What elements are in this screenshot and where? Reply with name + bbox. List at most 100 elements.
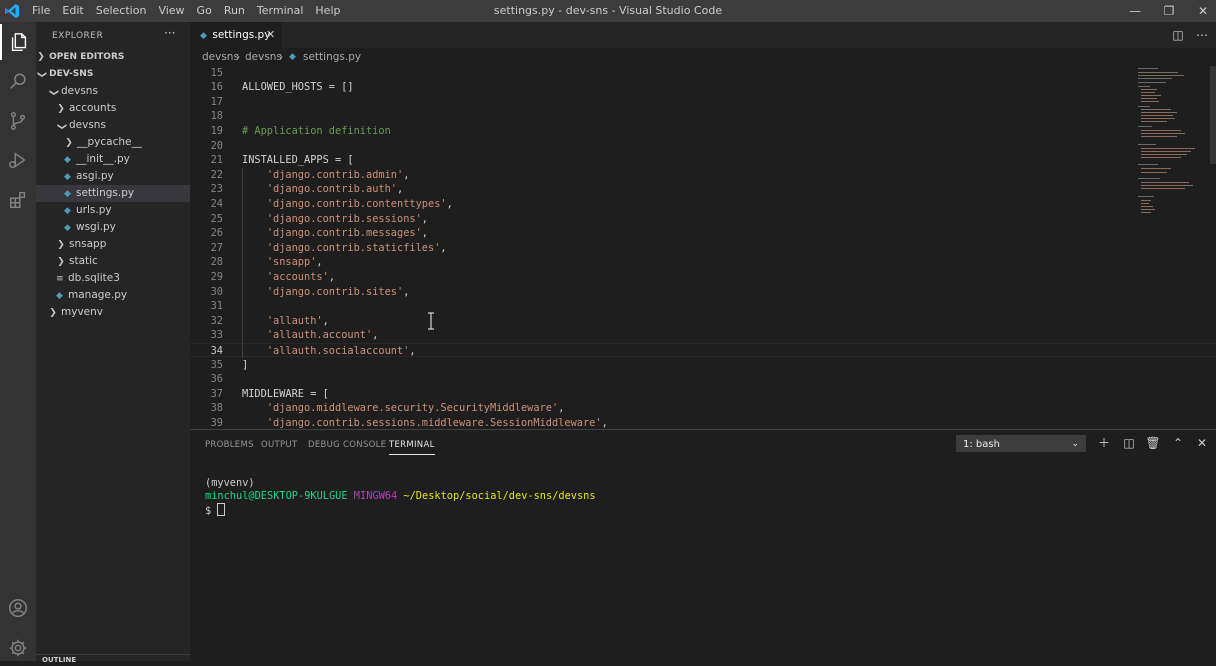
line-number: 24: [210, 197, 223, 210]
explorer-icon[interactable]: [0, 24, 36, 60]
tree-item[interactable]: ❯ devsns: [36, 117, 190, 134]
minimize-icon[interactable]: —: [1118, 0, 1152, 22]
code-line: 28 'snsapp',: [190, 255, 1216, 270]
code-token: ,: [409, 344, 416, 357]
code-line: 38 'django.middleware.security.SecurityM…: [190, 401, 1216, 416]
close-tab-icon[interactable]: ✕: [266, 22, 275, 48]
tree-item[interactable]: ❯ myvenv: [36, 304, 190, 321]
tree-item[interactable]: ◆ wsgi.py: [36, 219, 190, 236]
terminal-prompt: $: [205, 505, 212, 517]
string-token: 'django.contrib.staticfiles': [266, 241, 441, 254]
code-line: 31: [190, 299, 1216, 314]
code-token: ALLOWED_HOSTS = []: [242, 81, 354, 94]
tab-output[interactable]: OUTPUT: [261, 440, 297, 450]
split-terminal-icon[interactable]: ◫: [1121, 435, 1137, 451]
breadcrumb-item[interactable]: settings.py: [303, 48, 361, 66]
line-number: 34: [210, 344, 223, 357]
bottom-panel: PROBLEMS OUTPUT DEBUG CONSOLE TERMINAL 1…: [190, 429, 1216, 662]
close-window-icon[interactable]: ✕: [1186, 0, 1216, 22]
tree-item-label: manage.py: [68, 289, 128, 301]
code-text: 'django.contrib.auth',: [242, 182, 403, 197]
code-line: 19 # Application definition: [190, 124, 1216, 139]
tree-item[interactable]: ❯ __pycache__: [36, 134, 190, 151]
tab-debug-console[interactable]: DEBUG CONSOLE: [308, 440, 386, 450]
run-debug-icon[interactable]: [0, 142, 36, 178]
string-token: 'django.contrib.sites': [266, 285, 404, 298]
tree-item[interactable]: ≡ db.sqlite3: [36, 270, 190, 287]
code-line: 20: [190, 139, 1216, 154]
chevron-right-icon: ❯: [57, 257, 65, 267]
tree-item[interactable]: ◆ urls.py: [36, 202, 190, 219]
terminal-venv-line: (myvenv): [205, 477, 255, 489]
terminal-user: minchul@DESKTOP-9KULGUE: [205, 490, 348, 502]
new-terminal-icon[interactable]: ＋: [1096, 435, 1112, 451]
accounts-icon[interactable]: [0, 590, 36, 626]
menu-item-help[interactable]: Help: [309, 0, 346, 22]
menu-item-view[interactable]: View: [152, 0, 190, 22]
code-token: ,: [421, 227, 428, 240]
maximize-panel-icon[interactable]: ⌃: [1170, 435, 1186, 451]
line-number: 21: [210, 154, 223, 167]
tree-item[interactable]: ❯ snsapp: [36, 236, 190, 253]
breadcrumb-item[interactable]: devsns: [245, 48, 282, 66]
split-editor-icon[interactable]: ◫: [1170, 27, 1186, 43]
open-editors-section[interactable]: ❯ OPEN EDITORS: [36, 49, 190, 66]
terminal-input-line[interactable]: $: [205, 503, 226, 518]
menu-item-go[interactable]: Go: [191, 0, 218, 22]
code-token: ,: [446, 197, 453, 210]
close-panel-icon[interactable]: ✕: [1194, 435, 1210, 451]
line-number: 35: [210, 358, 223, 371]
code-token: ,: [403, 168, 410, 181]
menu-bar: File Edit Selection View Go Run Terminal Help: [26, 0, 346, 22]
code-editor[interactable]: 15 16 ALLOWED_HOSTS = [] 17 18 19 # Applicatio…: [190, 66, 1216, 428]
chevron-right-icon: ❯: [37, 52, 45, 62]
code-line: 29 'accounts',: [190, 270, 1216, 285]
editor-scrollbar[interactable]: [1210, 66, 1216, 164]
more-actions-icon[interactable]: ⋯: [1194, 27, 1210, 43]
tab-settings-py[interactable]: ◆ settings.py ✕: [190, 22, 282, 48]
code-text: 'allauth.account',: [242, 328, 379, 343]
tab-label: settings.py: [212, 29, 271, 41]
tree-item[interactable]: ❯ static: [36, 253, 190, 270]
tab-terminal[interactable]: TERMINAL: [389, 440, 435, 455]
tree-item[interactable]: ◆ __init__.py: [36, 151, 190, 168]
tree-item[interactable]: ◆ settings.py: [36, 185, 190, 202]
more-actions-icon[interactable]: ···: [164, 26, 175, 40]
trash-icon[interactable]: 🗑︎: [1145, 435, 1161, 451]
code-token: ,: [328, 270, 336, 283]
terminal-select[interactable]: 1: bash ⌄: [956, 435, 1086, 452]
tree-item-label: accounts: [69, 102, 117, 114]
workspace-section[interactable]: ❯ DEV-SNS: [36, 66, 190, 83]
terminal-cursor: [217, 503, 226, 516]
extensions-icon[interactable]: [0, 182, 36, 218]
tree-item[interactable]: ◆ asgi.py: [36, 168, 190, 185]
tree-item[interactable]: ◆ manage.py: [36, 287, 190, 304]
code-token: ,: [403, 285, 410, 298]
minimap[interactable]: [1138, 66, 1208, 226]
code-line: 34 'allauth.socialaccount',: [190, 342, 1216, 358]
code-text: ALLOWED_HOSTS = []: [242, 80, 354, 95]
menu-item-run[interactable]: Run: [218, 0, 251, 22]
tree-item[interactable]: ❯ devsns: [36, 83, 190, 100]
tree-item[interactable]: ❯ accounts: [36, 100, 190, 117]
workspace-label: DEV-SNS: [49, 69, 94, 79]
line-number: 31: [210, 300, 223, 313]
restore-icon[interactable]: ❐: [1152, 0, 1186, 22]
search-icon[interactable]: [0, 64, 36, 100]
line-number: 22: [210, 168, 223, 181]
breadcrumb-item[interactable]: devsns: [202, 48, 239, 66]
tab-problems[interactable]: PROBLEMS: [205, 440, 254, 450]
menu-item-file[interactable]: File: [26, 0, 56, 22]
menu-item-edit[interactable]: Edit: [56, 0, 89, 22]
code-token: ,: [440, 241, 447, 254]
menu-item-terminal[interactable]: Terminal: [251, 0, 310, 22]
chevron-down-icon: ⌄: [1071, 439, 1079, 449]
source-control-icon[interactable]: [0, 103, 36, 139]
tree-item-label: wsgi.py: [76, 221, 116, 233]
menu-item-selection[interactable]: Selection: [90, 0, 153, 22]
